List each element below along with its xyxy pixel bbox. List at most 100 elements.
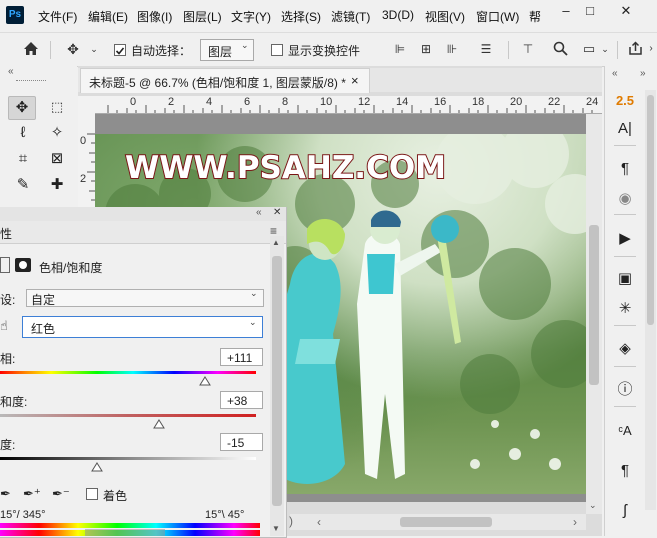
align-left-icon[interactable]: ⊫ bbox=[392, 41, 408, 57]
preset-value: 自定 bbox=[31, 293, 56, 307]
targeted-adjust-icon[interactable]: ☝ bbox=[0, 318, 8, 334]
eyedropper-subtract-icon[interactable]: ✒⁻ bbox=[52, 486, 70, 502]
magic-wand-tool[interactable]: ✧ bbox=[44, 122, 70, 144]
lightness-value-field[interactable]: -15 bbox=[220, 433, 263, 451]
align-right-icon[interactable]: ⊪ bbox=[444, 41, 460, 57]
saturation-slider-track[interactable] bbox=[0, 414, 256, 417]
eyedropper-add-icon[interactable]: ✒⁺ bbox=[23, 486, 41, 502]
ruler-origin[interactable] bbox=[78, 96, 96, 114]
minimize-button[interactable]: – bbox=[556, 3, 576, 21]
layer-mask-icon[interactable] bbox=[15, 258, 31, 272]
crop-tool[interactable]: ⌗ bbox=[10, 148, 36, 170]
character-icon[interactable]: A| bbox=[612, 118, 638, 140]
hue-range-selector[interactable] bbox=[85, 529, 165, 536]
home-icon[interactable] bbox=[22, 41, 40, 57]
hue-slider-track[interactable] bbox=[0, 371, 256, 374]
saturation-value-field[interactable]: +38 bbox=[220, 391, 263, 409]
align-hcenter-icon[interactable]: ⊞ bbox=[418, 41, 434, 57]
menu-layer[interactable]: 图层(L) bbox=[183, 8, 222, 25]
show-transform-label: 显示变换控件 bbox=[288, 44, 361, 58]
marquee-tool[interactable]: ⬚ bbox=[44, 96, 70, 118]
menu-bar: Ps 文件(F) 编辑(E) 图像(I) 图层(L) 文字(Y) 选择(S) 滤… bbox=[0, 0, 657, 30]
close-tab-icon[interactable]: × bbox=[351, 73, 359, 88]
lightness-slider-track[interactable] bbox=[0, 457, 256, 460]
menu-image[interactable]: 图像(I) bbox=[137, 8, 172, 25]
healing-brush-tool[interactable]: ✚ bbox=[44, 174, 70, 196]
scroll-left-icon[interactable]: ‹ bbox=[317, 515, 321, 529]
status-arrow-icon[interactable]: ) bbox=[289, 514, 293, 528]
menu-help[interactable]: 帮 bbox=[529, 8, 541, 25]
menu-window[interactable]: 窗口(W) bbox=[476, 8, 519, 25]
play-action-icon[interactable]: ▶ bbox=[612, 228, 638, 250]
lasso-tool[interactable]: ℓ bbox=[10, 122, 36, 144]
close-panel-icon[interactable]: ✕ bbox=[273, 207, 281, 218]
properties-scroll-thumb[interactable] bbox=[272, 256, 282, 506]
auto-select-checkbox[interactable] bbox=[114, 44, 126, 56]
document-tab-title: 未标题-5 @ 66.7% (色相/饱和度 1, 图层蒙版/8) * bbox=[89, 76, 346, 90]
adjustments-sparkle-icon[interactable]: ✳ bbox=[612, 298, 638, 320]
menu-edit[interactable]: 编辑(E) bbox=[88, 8, 128, 25]
document-tab[interactable]: 未标题-5 @ 66.7% (色相/饱和度 1, 图层蒙版/8) * × bbox=[80, 68, 370, 93]
menu-view[interactable]: 视图(V) bbox=[425, 8, 465, 25]
move-tool[interactable]: ✥ bbox=[8, 96, 36, 120]
collapse-panel-icon[interactable]: « bbox=[256, 207, 262, 218]
preset-dropdown[interactable]: 自定 ⌄ bbox=[26, 288, 264, 307]
move-tool-icon[interactable]: ✥ bbox=[63, 41, 83, 57]
h-ruler-label: 12 bbox=[358, 96, 371, 108]
properties-tab[interactable]: 性 bbox=[0, 225, 12, 242]
auto-select-target-value: 图层 bbox=[208, 45, 233, 59]
photoshop-logo: Ps bbox=[6, 6, 24, 24]
hue-slider-thumb[interactable] bbox=[198, 376, 211, 386]
lightness-label: 度: bbox=[0, 438, 16, 452]
menu-3d[interactable]: 3D(D) bbox=[382, 8, 414, 22]
chevron-down-icon[interactable]: ⌄ bbox=[88, 41, 100, 57]
align-top-icon[interactable]: ⊤ bbox=[520, 41, 536, 57]
workspace-icon[interactable]: ▭ bbox=[580, 41, 598, 57]
paragraph-style-icon[interactable]: ¶ bbox=[612, 460, 638, 482]
range-right-label: 15°\ 45° bbox=[205, 509, 245, 521]
menu-type[interactable]: 文字(Y) bbox=[231, 8, 271, 25]
paragraph-icon[interactable]: ¶ bbox=[612, 158, 638, 180]
h-ruler-label: 24 bbox=[586, 96, 599, 108]
menu-filter[interactable]: 滤镜(T) bbox=[331, 8, 370, 25]
saturation-slider-thumb[interactable] bbox=[152, 419, 165, 429]
colorize-checkbox[interactable] bbox=[86, 488, 98, 500]
horizontal-ruler[interactable]: 0 2 6 4 8 10 12 14 16 18 20 22 24 bbox=[95, 96, 602, 114]
menu-select[interactable]: 选择(S) bbox=[281, 8, 321, 25]
scroll-right-icon[interactable]: › bbox=[573, 515, 577, 529]
scroll-down-icon[interactable]: ⌄ bbox=[589, 500, 597, 511]
channel-dropdown[interactable]: 红色 ⌄ bbox=[22, 316, 263, 338]
scroll-up-icon[interactable]: ▲ bbox=[272, 238, 280, 247]
show-transform-checkbox[interactable] bbox=[271, 44, 283, 56]
search-icon[interactable] bbox=[552, 41, 568, 57]
maximize-button[interactable]: □ bbox=[580, 3, 600, 21]
glyphs-icon[interactable]: ʃ bbox=[612, 500, 638, 522]
properties-tab-bar: 性 ≡ bbox=[0, 221, 286, 244]
auto-select-target-dropdown[interactable]: 图层 ⌄ bbox=[200, 39, 254, 61]
canvas-horizontal-scroll-thumb[interactable] bbox=[400, 517, 492, 527]
eyedropper-icon[interactable]: ✒ bbox=[0, 486, 11, 502]
distribute-icon[interactable]: ☰ bbox=[478, 41, 494, 57]
hue-range-bar-top bbox=[0, 523, 260, 528]
brush-settings-icon[interactable]: ◉ bbox=[612, 188, 638, 210]
library-icon[interactable]: ▣ bbox=[612, 268, 638, 290]
hue-value-field[interactable]: +111 bbox=[220, 348, 263, 366]
info-icon[interactable]: ⓘ bbox=[612, 379, 638, 401]
canvas-vertical-scroll-thumb[interactable] bbox=[589, 225, 599, 385]
lightness-slider-thumb[interactable] bbox=[91, 462, 104, 472]
menu-file[interactable]: 文件(F) bbox=[38, 8, 77, 25]
more-icon[interactable]: › bbox=[646, 41, 656, 57]
scroll-down-icon[interactable]: ▼ bbox=[272, 524, 280, 533]
dock-scroll-thumb[interactable] bbox=[647, 95, 654, 325]
eyedropper-tool[interactable]: ✎ bbox=[10, 174, 36, 196]
share-icon[interactable] bbox=[626, 41, 644, 57]
character-style-icon[interactable]: ᶜA bbox=[612, 420, 638, 442]
expand-dock-icon[interactable]: » bbox=[640, 68, 646, 79]
collapse-toolbox-icon[interactable]: « bbox=[8, 66, 14, 77]
channels-icon[interactable]: ◈ bbox=[612, 338, 638, 360]
frame-tool[interactable]: ⊠ bbox=[44, 148, 70, 170]
collapse-dock-icon[interactable]: « bbox=[612, 68, 618, 79]
close-window-button[interactable]: ✕ bbox=[616, 3, 636, 21]
version-badge[interactable]: 2.5 bbox=[612, 90, 638, 112]
chevron-down-icon[interactable]: ⌄ bbox=[600, 41, 610, 57]
